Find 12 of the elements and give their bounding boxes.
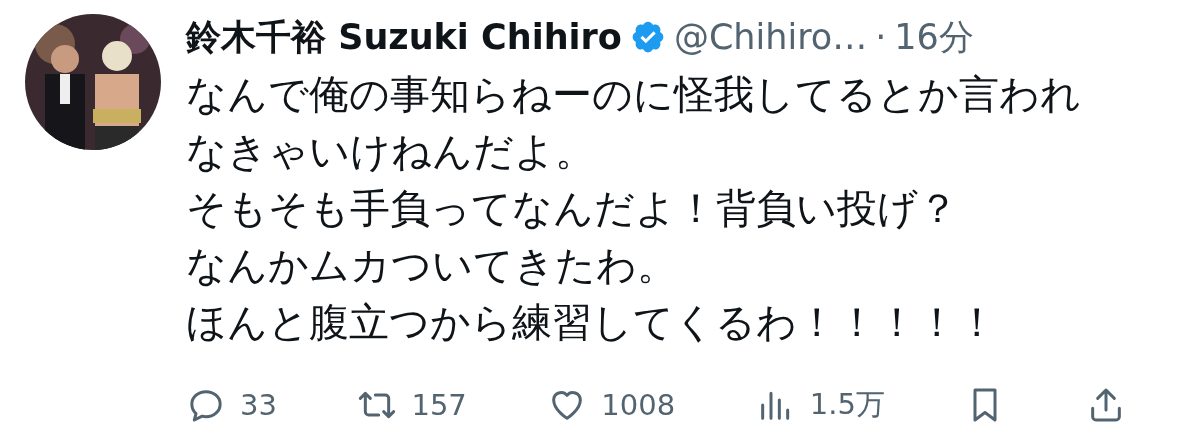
timestamp[interactable]: 16分	[894, 13, 974, 61]
tweet-text: なんで俺の事知らねーのに怪我してるとか言われなきゃいけねんだよ。	[186, 70, 1082, 176]
tweet-text: ほんと腹立つから練習してくるわ！！！！！	[186, 298, 998, 347]
repost-button[interactable]: 157	[357, 385, 467, 425]
views-button[interactable]: 1.5万	[755, 385, 885, 425]
user-handle[interactable]: @Chihiro…	[673, 17, 868, 57]
like-button[interactable]: 1008	[547, 385, 676, 425]
tweet-text: そもそも手負ってなんだよ！背負い投げ？	[186, 184, 959, 233]
tweet-text: なんかムカついてきたわ。	[186, 241, 678, 290]
reply-button[interactable]: 33	[186, 385, 277, 425]
author-name[interactable]: 鈴木千裕 Suzuki Chihiro	[186, 13, 622, 61]
separator-dot: ·	[875, 17, 887, 57]
